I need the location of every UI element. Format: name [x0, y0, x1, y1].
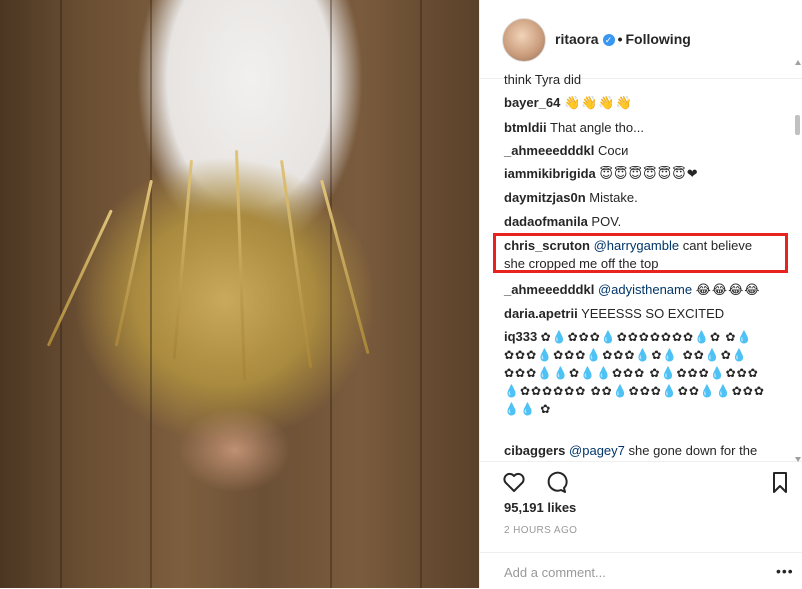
comment-icon[interactable]: [544, 470, 568, 494]
comment-item: cibaggers @pagey7 she gone down for the: [504, 442, 774, 460]
post-timestamp: 2 HOURS AGO: [504, 525, 578, 536]
comment-username[interactable]: iammikibrigida: [504, 166, 596, 181]
hair-strand: [46, 209, 113, 347]
comment-text: think Tyra did: [504, 72, 582, 87]
comment-text: Mistake.: [589, 190, 638, 205]
add-comment-input[interactable]: [504, 565, 744, 580]
comment-text: 😇😇😇😇😇😇❤: [599, 166, 699, 181]
post-header: ritaora ✓ • Following: [480, 0, 802, 79]
comment-username[interactable]: _ahmeeedddkl: [504, 282, 594, 297]
comment-username[interactable]: btmldii: [504, 120, 547, 135]
more-options-icon[interactable]: •••: [776, 563, 794, 579]
hair-strand: [280, 159, 313, 369]
comment-mention-link[interactable]: @adyisthename: [598, 282, 692, 297]
comment-text: 😂😂😂😂: [695, 282, 761, 297]
highlight-annotation-box: [493, 233, 788, 273]
comment-text: she gone down for the: [628, 443, 758, 458]
floor-plank-line: [330, 0, 332, 588]
comment-item: daymitzjas0n Mistake.: [504, 189, 774, 207]
comment-item: daria.apetrii YEEESSS SO EXCITED: [504, 305, 774, 323]
avatar[interactable]: [502, 18, 546, 62]
floor-plank-line: [150, 0, 152, 588]
scroll-up-arrow-icon[interactable]: [795, 60, 801, 65]
comment-username[interactable]: _ahmeeedddkl: [504, 143, 594, 158]
comment-text: ✿💧✿✿✿💧✿✿✿✿✿✿✿💧✿ ✿💧✿✿✿💧✿✿✿💧✿✿✿💧✿💧 ✿✿💧✿💧✿✿…: [504, 330, 765, 416]
verified-badge-icon: ✓: [602, 34, 615, 46]
comment-text: That angle tho...: [550, 120, 644, 135]
comment-username[interactable]: dadaofmanila: [504, 214, 588, 229]
comment-item: bayer_64 👋👋👋👋: [504, 94, 774, 112]
comment-text: POV.: [591, 214, 622, 229]
comment-username[interactable]: cibaggers: [504, 443, 565, 458]
comment-username[interactable]: iq333: [504, 329, 537, 344]
likes-count[interactable]: 95,191 likes: [504, 500, 576, 515]
post-side-panel: ritaora ✓ • Following think Tyra did bayer_…: [479, 0, 802, 588]
scrollbar-thumb[interactable]: [795, 115, 800, 135]
following-button[interactable]: Following: [625, 31, 690, 47]
heart-icon[interactable]: [502, 470, 526, 494]
hair-strand: [235, 149, 247, 380]
comment-item: btmldii That angle tho...: [504, 119, 774, 137]
comment-username[interactable]: daymitzjas0n: [504, 190, 586, 205]
post-actions: [480, 461, 802, 502]
comment-item: think Tyra did: [504, 71, 774, 89]
comment-item: _ahmeeedddkl Соси: [504, 142, 774, 160]
floor-plank-line: [420, 0, 422, 588]
comment-mention-link[interactable]: @pagey7: [569, 443, 625, 458]
comment-item: _ahmeeedddkl @adyisthename 😂😂😂😂: [504, 281, 774, 299]
post-author: ritaora ✓ • Following: [555, 31, 691, 47]
comment-item: dadaofmanila POV.: [504, 213, 774, 231]
scroll-down-arrow-icon[interactable]: [795, 457, 801, 462]
header-separator: •: [617, 31, 623, 47]
comment-username[interactable]: daria.apetrii: [504, 306, 578, 321]
post-photo[interactable]: [0, 0, 479, 588]
comment-username[interactable]: bayer_64: [504, 95, 560, 110]
username-link[interactable]: ritaora: [555, 31, 599, 47]
comment-text: Соси: [597, 143, 629, 158]
comment-text: YEEESSS SO EXCITED: [581, 306, 725, 321]
comment-item: iq333 ✿💧✿✿✿💧✿✿✿✿✿✿✿💧✿ ✿💧✿✿✿💧✿✿✿💧✿✿✿💧✿💧 ✿…: [504, 328, 774, 418]
hair-strand: [114, 179, 153, 347]
bookmark-icon[interactable]: [768, 470, 792, 494]
hair-strand: [172, 159, 193, 360]
floor-plank-line: [60, 0, 62, 588]
comment-text: 👋👋👋👋: [564, 95, 633, 110]
add-comment-bar: •••: [480, 552, 802, 589]
comment-item: iammikibrigida 😇😇😇😇😇😇❤: [504, 165, 774, 183]
comments-scrollbar[interactable]: [795, 60, 801, 462]
hair-strand: [320, 179, 370, 355]
